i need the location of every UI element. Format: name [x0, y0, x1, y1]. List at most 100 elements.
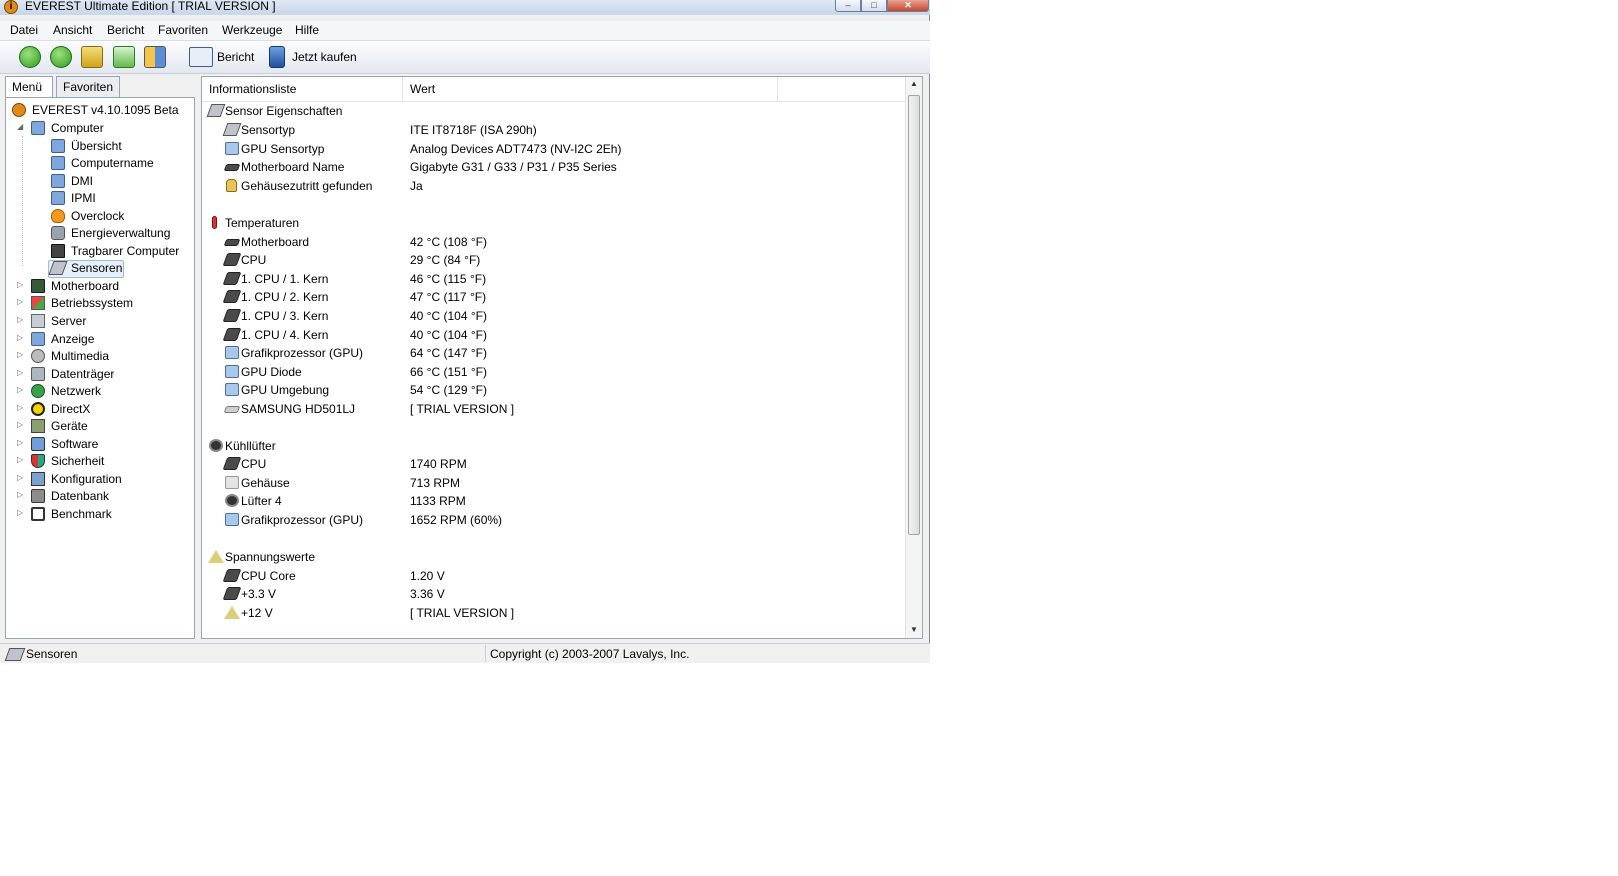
list-row[interactable]: GPU Sensortyp Analog Devices ADT7473 (NV…	[202, 140, 902, 159]
tree-item-label: Sensoren	[71, 261, 123, 275]
menu-ansicht[interactable]: Ansicht	[53, 23, 92, 37]
expand-icon[interactable]: ▷	[17, 403, 23, 412]
list-row[interactable]: Grafikprozessor (GPU) 1652 RPM (60%)	[202, 511, 902, 530]
expand-icon[interactable]: ▷	[17, 368, 23, 377]
navigation-tree: EVEREST v4.10.1095 Beta ◢ Computer Übers…	[5, 97, 195, 639]
tree-item-label: Computername	[71, 156, 154, 170]
list-row[interactable]: +12 V [ TRIAL VERSION ]	[202, 604, 902, 623]
list-row[interactable]: Sensortyp ITE IT8718F (ISA 290h)	[202, 121, 902, 140]
row-name: 1. CPU / 2. Kern	[241, 290, 329, 304]
users-icon[interactable]	[144, 46, 166, 68]
row-value: 54 °C (129 °F)	[410, 383, 487, 397]
back-arrow-icon[interactable]	[19, 46, 41, 68]
list-row[interactable]: Motherboard Name Gigabyte G31 / G33 / P3…	[202, 158, 902, 177]
expand-icon[interactable]: ▷	[17, 420, 23, 429]
expand-icon[interactable]: ▷	[17, 297, 23, 306]
expand-icon[interactable]: ▷	[17, 455, 23, 464]
list-row[interactable]: CPU 29 °C (84 °F)	[202, 251, 902, 270]
forward-arrow-icon[interactable]	[50, 46, 72, 68]
expand-icon[interactable]: ▷	[17, 333, 23, 342]
list-row[interactable]: GPU Diode 66 °C (151 °F)	[202, 363, 902, 382]
list-row[interactable]: +3.3 V 3.36 V	[202, 585, 902, 604]
list-row[interactable]: Gehäusezutritt gefunden Ja	[202, 177, 902, 196]
status-left: Sensoren	[26, 647, 78, 661]
list-row[interactable]: 1. CPU / 2. Kern 47 °C (117 °F)	[202, 288, 902, 307]
collapse-icon[interactable]: ◢	[17, 122, 23, 131]
expand-icon[interactable]: ▷	[17, 438, 23, 447]
list-row[interactable]: 1. CPU / 3. Kern 40 °C (104 °F)	[202, 307, 902, 326]
monitor-icon	[225, 142, 239, 155]
tree-item-label: Anzeige	[51, 332, 95, 346]
up-folder-icon[interactable]	[81, 46, 103, 68]
monitor-icon	[225, 513, 239, 526]
column-divider[interactable]	[402, 77, 403, 101]
scroll-up-icon[interactable]: ▲	[910, 79, 918, 88]
expand-icon[interactable]: ▷	[17, 508, 23, 517]
fire-icon	[51, 209, 65, 223]
row-value: 1740 RPM	[410, 457, 467, 471]
buy-now-button[interactable]: Jetzt kaufen	[292, 50, 357, 64]
expand-icon[interactable]: ▷	[17, 385, 23, 394]
report-button[interactable]: Bericht	[217, 50, 254, 64]
tree-item-label: DirectX	[51, 402, 91, 416]
list-row[interactable]: Lüfter 4 1133 RPM	[202, 492, 902, 511]
expand-icon[interactable]: ▷	[17, 490, 23, 499]
title-bar[interactable]: i EVEREST Ultimate Edition [ TRIAL VERSI…	[0, 0, 930, 15]
row-name: Grafikprozessor (GPU)	[241, 513, 364, 527]
column-header-value[interactable]: Wert	[410, 82, 435, 96]
database-icon	[31, 489, 45, 503]
close-button[interactable]: ✕	[887, 0, 929, 12]
chip-icon	[222, 457, 242, 470]
menu-bericht[interactable]: Bericht	[107, 23, 144, 37]
list-row[interactable]: SAMSUNG HD501LJ [ TRIAL VERSION ]	[202, 400, 902, 419]
minimize-button[interactable]: –	[835, 0, 861, 12]
expand-icon[interactable]: ▷	[17, 473, 23, 482]
vertical-scrollbar[interactable]: ▲ ▼	[905, 77, 922, 638]
expand-icon[interactable]: ▷	[17, 280, 23, 289]
menu-datei[interactable]: Datei	[10, 23, 38, 37]
expand-icon[interactable]: ▷	[17, 350, 23, 359]
row-name: CPU	[241, 457, 267, 471]
scroll-down-icon[interactable]: ▼	[910, 625, 918, 634]
column-divider[interactable]	[777, 77, 778, 101]
network-icon	[31, 384, 45, 398]
chip-icon	[222, 272, 242, 285]
row-value: 46 °C (115 °F)	[410, 272, 487, 286]
tab-menu[interactable]: Menü	[5, 76, 53, 98]
section-title: Temperaturen	[225, 216, 300, 230]
list-row[interactable]: CPU 1740 RPM	[202, 455, 902, 474]
chip-icon	[222, 253, 242, 266]
refresh-icon[interactable]	[113, 46, 135, 68]
list-row[interactable]: Grafikprozessor (GPU) 64 °C (147 °F)	[202, 344, 902, 363]
computer-icon	[51, 191, 65, 205]
list-row[interactable]: CPU Core 1.20 V	[202, 567, 902, 586]
scrollbar-thumb[interactable]	[908, 95, 920, 535]
list-row[interactable]: Gehäuse 713 RPM	[202, 474, 902, 493]
tab-favorites[interactable]: Favoriten	[56, 76, 120, 97]
menu-hilfe[interactable]: Hilfe	[295, 23, 319, 37]
status-divider	[485, 645, 486, 662]
expand-icon[interactable]: ▷	[17, 315, 23, 324]
section-header: Spannungswerte	[202, 548, 902, 567]
menu-werkzeuge[interactable]: Werkzeuge	[222, 23, 282, 37]
computer-icon	[51, 174, 65, 188]
tree-item-label: Konfiguration	[51, 472, 122, 486]
list-row[interactable]: GPU Umgebung 54 °C (129 °F)	[202, 381, 902, 400]
power-icon	[51, 226, 65, 240]
row-name: 1. CPU / 3. Kern	[241, 309, 329, 323]
row-value: Gigabyte G31 / G33 / P31 / P35 Series	[410, 160, 617, 174]
column-header-name[interactable]: Informationsliste	[209, 82, 296, 96]
row-name: GPU Sensortyp	[241, 142, 325, 156]
list-row[interactable]: Motherboard 42 °C (108 °F)	[202, 233, 902, 252]
row-value: 1.20 V	[410, 569, 445, 583]
tree-item-label: Benchmark	[51, 507, 112, 521]
maximize-button[interactable]: □	[861, 0, 887, 12]
tree-item-label: IPMI	[71, 191, 96, 205]
list-row[interactable]: 1. CPU / 4. Kern 40 °C (104 °F)	[202, 326, 902, 345]
row-name: Lüfter 4	[241, 494, 282, 508]
voltage-icon	[224, 606, 240, 619]
display-icon	[31, 332, 45, 346]
tree-guide	[22, 136, 24, 266]
menu-favoriten[interactable]: Favoriten	[158, 23, 208, 37]
list-row[interactable]: 1. CPU / 1. Kern 46 °C (115 °F)	[202, 270, 902, 289]
